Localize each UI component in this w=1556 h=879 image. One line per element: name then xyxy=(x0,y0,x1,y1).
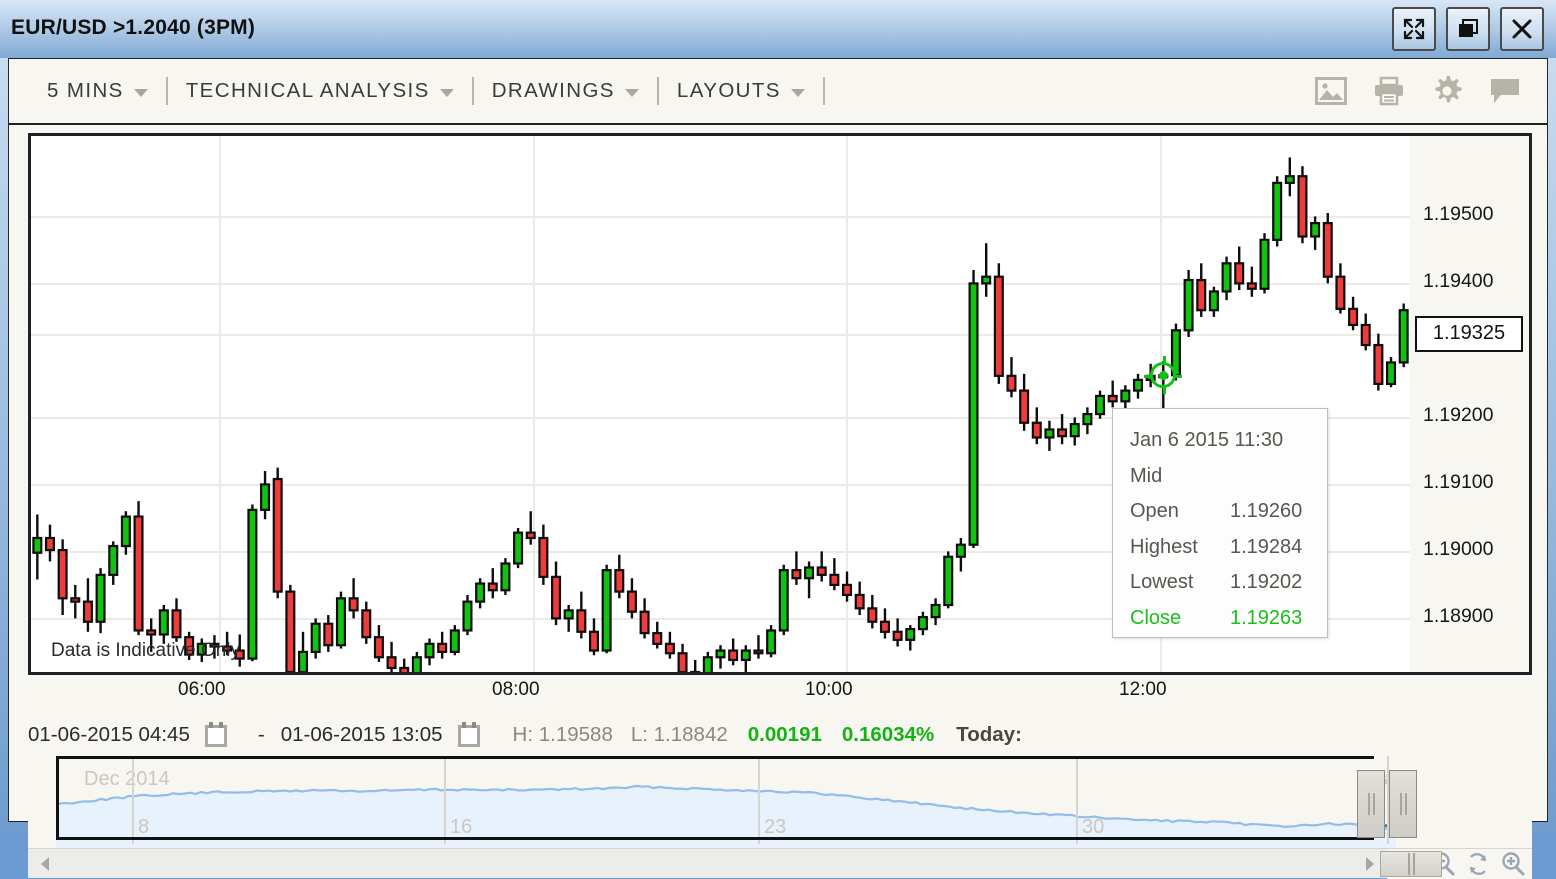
menu-drawings-label: DRAWINGS xyxy=(492,79,615,103)
menu-technical-analysis-label: TECHNICAL ANALYSIS xyxy=(186,79,430,103)
grip-line xyxy=(1405,793,1407,815)
menu-separator xyxy=(472,77,474,105)
scroll-left-button[interactable] xyxy=(28,850,62,878)
tooltip-highest-value: 1.19284 xyxy=(1230,530,1302,566)
tooltip-pricetype-row: Mid xyxy=(1130,459,1327,495)
tooltip-close-label: Close xyxy=(1130,601,1230,637)
expand-button[interactable] xyxy=(1392,7,1436,51)
restore-button[interactable] xyxy=(1446,7,1490,51)
crosshair-tick xyxy=(1175,375,1182,378)
time-tick-label: 08:00 xyxy=(492,679,540,701)
tooltip-datetime: Jan 6 2015 11:30 xyxy=(1130,423,1283,459)
toolbar: 5 MINS TECHNICAL ANALYSIS DRAWINGS LAYOU… xyxy=(9,59,1547,125)
menu-interval-label: 5 MINS xyxy=(47,79,124,103)
price-tick-label: 1.19500 xyxy=(1423,203,1494,226)
chevron-down-icon xyxy=(625,89,639,97)
horizontal-scrollbar[interactable] xyxy=(28,848,1532,878)
navigator-selection-window[interactable] xyxy=(56,756,1374,840)
change-value: 0.00191 xyxy=(748,723,822,747)
zoom-in-icon[interactable] xyxy=(1500,851,1526,877)
window-title: EUR/USD >1.2040 (3PM) xyxy=(11,16,255,40)
current-price-label: 1.19325 xyxy=(1415,316,1523,352)
window-controls xyxy=(1392,7,1544,51)
crosshair-tick xyxy=(1163,356,1166,363)
grip-line xyxy=(1400,793,1402,815)
grip-line xyxy=(1373,793,1375,815)
tooltip-price-type: Mid xyxy=(1130,459,1162,495)
print-icon[interactable] xyxy=(1373,76,1405,106)
tooltip-highest-label: Highest xyxy=(1130,530,1230,566)
crosshair-tick xyxy=(1163,387,1166,394)
session-high: H: 1.19588 xyxy=(513,723,613,747)
chevron-down-icon xyxy=(134,89,148,97)
navigator-handle-right[interactable] xyxy=(1389,770,1417,838)
today-label: Today: xyxy=(956,723,1022,747)
tooltip-lowest-label: Lowest xyxy=(1130,565,1230,601)
to-date-calendar-icon[interactable] xyxy=(457,722,481,748)
price-tick-label: 1.19100 xyxy=(1423,471,1494,494)
tooltip-lowest-row: Lowest 1.19202 xyxy=(1130,565,1327,601)
time-axis: 06:00 08:00 10:00 12:00 xyxy=(28,675,1532,711)
status-bar: 01-06-2015 04:45 - 01-06-2015 13:05 xyxy=(28,714,1532,756)
range-navigator[interactable]: Dec 2014 Jan 8 16 23 30 6 xyxy=(28,756,1532,848)
gear-icon[interactable] xyxy=(1431,75,1463,107)
snapshot-image-icon[interactable] xyxy=(1315,77,1347,105)
price-tick-label: 1.19400 xyxy=(1423,270,1494,293)
menu-separator xyxy=(657,77,659,105)
date-range-separator: - xyxy=(258,723,265,747)
menu-layouts-label: LAYOUTS xyxy=(677,79,781,103)
price-axis[interactable]: 1.195001.194001.193251.193001.192001.191… xyxy=(1410,136,1529,672)
comment-icon[interactable] xyxy=(1489,77,1521,105)
tooltip-close-row: Close 1.19263 xyxy=(1130,601,1327,637)
arrow-right-icon xyxy=(1362,855,1378,873)
price-tick-label: 1.19000 xyxy=(1423,538,1494,561)
title-bar: EUR/USD >1.2040 (3PM) xyxy=(0,0,1556,58)
reset-zoom-icon[interactable] xyxy=(1465,851,1491,877)
change-percent: 0.16034% xyxy=(842,723,934,747)
chart-window: EUR/USD >1.2040 (3PM) xyxy=(0,0,1556,834)
toolbar-icons xyxy=(1315,75,1547,107)
menu-technical-analysis[interactable]: TECHNICAL ANALYSIS xyxy=(174,75,466,107)
tooltip-datetime-row: Jan 6 2015 11:30 xyxy=(1130,423,1327,459)
tooltip-open-value: 1.19260 xyxy=(1230,494,1302,530)
chevron-down-icon xyxy=(440,89,454,97)
chevron-down-icon xyxy=(791,89,805,97)
price-tick-label: 1.18900 xyxy=(1423,605,1494,628)
scrollbar-thumb[interactable] xyxy=(1380,851,1442,877)
chart-panel: 5 MINS TECHNICAL ANALYSIS DRAWINGS LAYOU… xyxy=(8,58,1548,822)
tooltip-open-label: Open xyxy=(1130,494,1230,530)
ohlc-tooltip: Jan 6 2015 11:30 Mid Open 1.19260 Highes… xyxy=(1112,408,1328,638)
time-tick-label: 12:00 xyxy=(1119,679,1167,701)
from-date-calendar-icon[interactable] xyxy=(204,722,228,748)
grip-line xyxy=(1368,793,1370,815)
menu-interval[interactable]: 5 MINS xyxy=(35,75,160,107)
close-button[interactable] xyxy=(1500,7,1544,51)
tooltip-close-value: 1.19263 xyxy=(1230,601,1302,637)
tooltip-lowest-value: 1.19202 xyxy=(1230,565,1302,601)
toolbar-menus: 5 MINS TECHNICAL ANALYSIS DRAWINGS LAYOU… xyxy=(9,75,831,107)
close-x-icon xyxy=(1510,17,1534,41)
navigator-handle-left[interactable] xyxy=(1357,770,1385,838)
tooltip-highest-row: Highest 1.19284 xyxy=(1130,530,1327,566)
restore-window-icon xyxy=(1456,17,1480,41)
time-tick-label: 06:00 xyxy=(178,679,226,701)
menu-layouts[interactable]: LAYOUTS xyxy=(665,75,817,107)
tooltip-open-row: Open 1.19260 xyxy=(1130,494,1327,530)
arrow-left-icon xyxy=(37,855,53,873)
menu-separator xyxy=(823,77,825,105)
price-tick-label: 1.19200 xyxy=(1423,404,1494,427)
menu-drawings[interactable]: DRAWINGS xyxy=(480,75,651,107)
chart-watermark: Data is Indicative Only xyxy=(51,640,240,662)
grip-line xyxy=(1408,853,1410,875)
to-date[interactable]: 01-06-2015 13:05 xyxy=(281,723,443,747)
scrollbar-track[interactable] xyxy=(62,850,1353,878)
from-date[interactable]: 01-06-2015 04:45 xyxy=(28,723,190,747)
grip-line xyxy=(1413,853,1415,875)
session-low: L: 1.18842 xyxy=(631,723,728,747)
menu-separator xyxy=(166,77,168,105)
crosshair-tick xyxy=(1144,375,1151,378)
expand-arrows-icon xyxy=(1402,17,1426,41)
time-tick-label: 10:00 xyxy=(805,679,853,701)
